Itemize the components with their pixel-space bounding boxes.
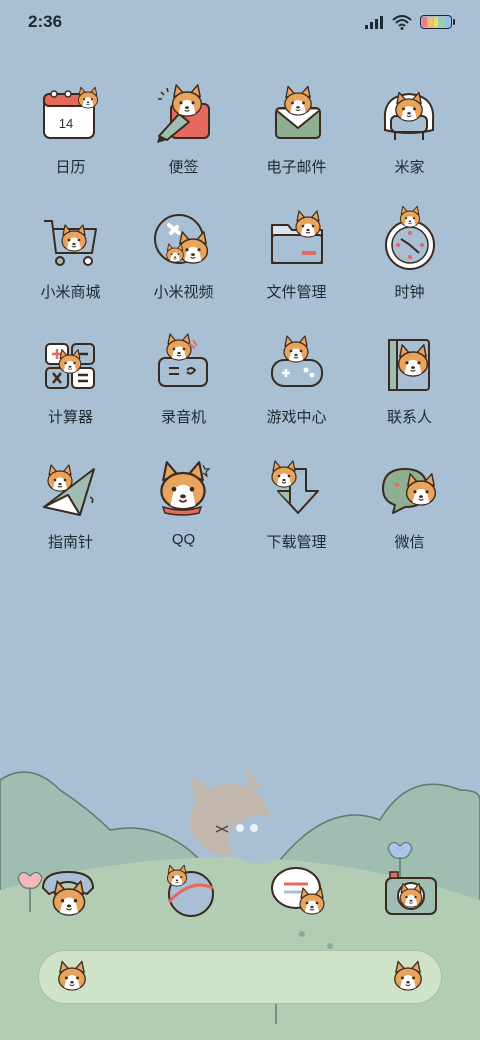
app-notes[interactable]: 便签	[127, 80, 240, 186]
corgi-avatar-icon[interactable]	[53, 959, 91, 997]
app-contacts[interactable]: 联系人	[353, 330, 466, 436]
messages-icon[interactable]	[266, 858, 336, 928]
app-label: 计算器	[47, 409, 93, 426]
app-mijia[interactable]: 米家	[353, 80, 466, 186]
compass-icon[interactable]	[36, 455, 106, 525]
game-center-icon[interactable]	[262, 330, 332, 400]
search-bar[interactable]	[38, 950, 442, 1004]
download-manager-icon[interactable]	[262, 455, 332, 525]
app-recorder[interactable]: 录音机	[127, 330, 240, 436]
status-bar: 2:36	[0, 0, 480, 44]
app-label: 指南针	[47, 534, 93, 551]
app-clock[interactable]: 时钟	[353, 205, 466, 311]
app-calculator[interactable]: 计算器	[14, 330, 127, 436]
app-label: 游戏中心	[266, 409, 327, 426]
app-label: 联系人	[386, 409, 432, 426]
app-label: 微信	[394, 534, 425, 551]
corgi-wallpaper-figure	[190, 765, 288, 864]
app-label: 米家	[394, 159, 425, 176]
phone-icon[interactable]	[33, 858, 103, 928]
calendar-date: 14	[58, 116, 72, 131]
app-label: 日历	[55, 159, 86, 176]
app-label: 小米视频	[153, 284, 214, 301]
app-email[interactable]: 电子邮件	[240, 80, 353, 186]
calculator-icon[interactable]	[36, 330, 106, 400]
contacts-icon[interactable]	[375, 330, 445, 400]
app-grid: 14 日历 便签 电子邮件 米家 小米商城 小米视频 文件管理 时钟 计算器 录…	[14, 80, 466, 561]
app-compass[interactable]: 指南针	[14, 455, 127, 561]
app-label: 下载管理	[266, 534, 327, 551]
calendar-icon[interactable]: 14	[36, 80, 106, 150]
camera-icon[interactable]	[376, 858, 446, 928]
app-mi-store[interactable]: 小米商城	[14, 205, 127, 311]
mi-video-icon[interactable]	[149, 205, 219, 275]
mijia-icon[interactable]	[375, 80, 445, 150]
clock-icon[interactable]	[375, 205, 445, 275]
app-label: 时钟	[394, 284, 425, 301]
battery-icon	[420, 15, 455, 29]
status-time: 2:36	[28, 12, 63, 31]
app-download-manager[interactable]: 下载管理	[240, 455, 353, 561]
wifi-icon	[392, 14, 412, 30]
app-label: 电子邮件	[266, 159, 327, 176]
mi-store-icon[interactable]	[36, 205, 106, 275]
wechat-icon[interactable]	[375, 455, 445, 525]
qq-icon[interactable]	[149, 455, 219, 525]
app-label: QQ	[171, 531, 196, 548]
app-calendar[interactable]: 14 日历	[14, 80, 127, 186]
notes-icon[interactable]	[149, 80, 219, 150]
browser-icon[interactable]	[155, 858, 225, 928]
app-qq[interactable]: QQ	[127, 455, 240, 561]
recorder-icon[interactable]	[149, 330, 219, 400]
email-icon[interactable]	[262, 80, 332, 150]
corgi-assistant-icon[interactable]	[389, 959, 427, 997]
status-icons	[364, 14, 455, 30]
app-label: 文件管理	[266, 284, 327, 301]
app-label: 录音机	[160, 409, 206, 426]
app-label: 便签	[168, 159, 199, 176]
signal-icon	[365, 16, 383, 29]
app-label: 小米商城	[40, 284, 101, 301]
app-file-manager[interactable]: 文件管理	[240, 205, 353, 311]
app-game-center[interactable]: 游戏中心	[240, 330, 353, 436]
file-manager-icon[interactable]	[262, 205, 332, 275]
app-wechat[interactable]: 微信	[353, 455, 466, 561]
app-mi-video[interactable]: 小米视频	[127, 205, 240, 311]
